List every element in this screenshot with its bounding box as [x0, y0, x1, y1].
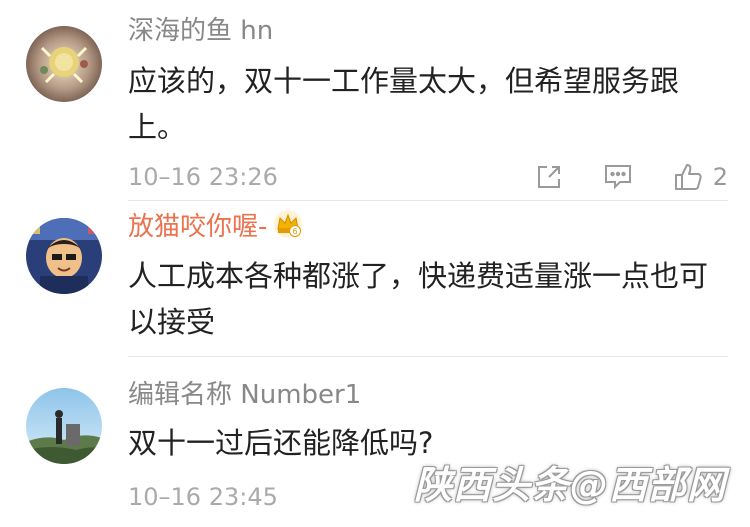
- like-count: 2: [712, 163, 728, 191]
- vip-crown-icon: 6: [273, 209, 303, 248]
- username-text: 放猫咬你喔-: [128, 212, 268, 242]
- divider: [128, 200, 728, 201]
- avatar[interactable]: [26, 218, 102, 294]
- share-icon: [537, 166, 560, 188]
- avatar[interactable]: [26, 388, 102, 464]
- comment-username[interactable]: 放猫咬你喔- 6: [128, 209, 303, 248]
- comment-icon: [604, 165, 631, 190]
- avatar[interactable]: [26, 26, 102, 102]
- watermark: 陕西头条@西部网: [413, 463, 726, 507]
- like-button[interactable]: 2: [673, 162, 728, 192]
- comment-timestamp: 10–16 23:45: [128, 483, 278, 511]
- share-button[interactable]: [535, 163, 563, 191]
- comment-timestamp: 10–16 23:26: [128, 163, 278, 191]
- comment-actions: 2: [495, 159, 728, 195]
- comment-username[interactable]: 深海的鱼 hn: [128, 14, 273, 48]
- reply-button[interactable]: [603, 163, 633, 191]
- comment-text: 人工成本各种都涨了，快递费适量涨一点也可以接受: [128, 259, 709, 339]
- comment-list: 深海的鱼 hn 应该的，双十一工作量太大，但希望服务跟上。 10–16 23:2…: [0, 0, 750, 527]
- divider: [128, 356, 728, 357]
- comment-text: 应该的，双十一工作量太大，但希望服务跟上。: [128, 64, 680, 144]
- like-icon: [674, 164, 702, 190]
- vip-level: 6: [293, 227, 298, 236]
- comment-username[interactable]: 编辑名称 Number1: [128, 378, 361, 412]
